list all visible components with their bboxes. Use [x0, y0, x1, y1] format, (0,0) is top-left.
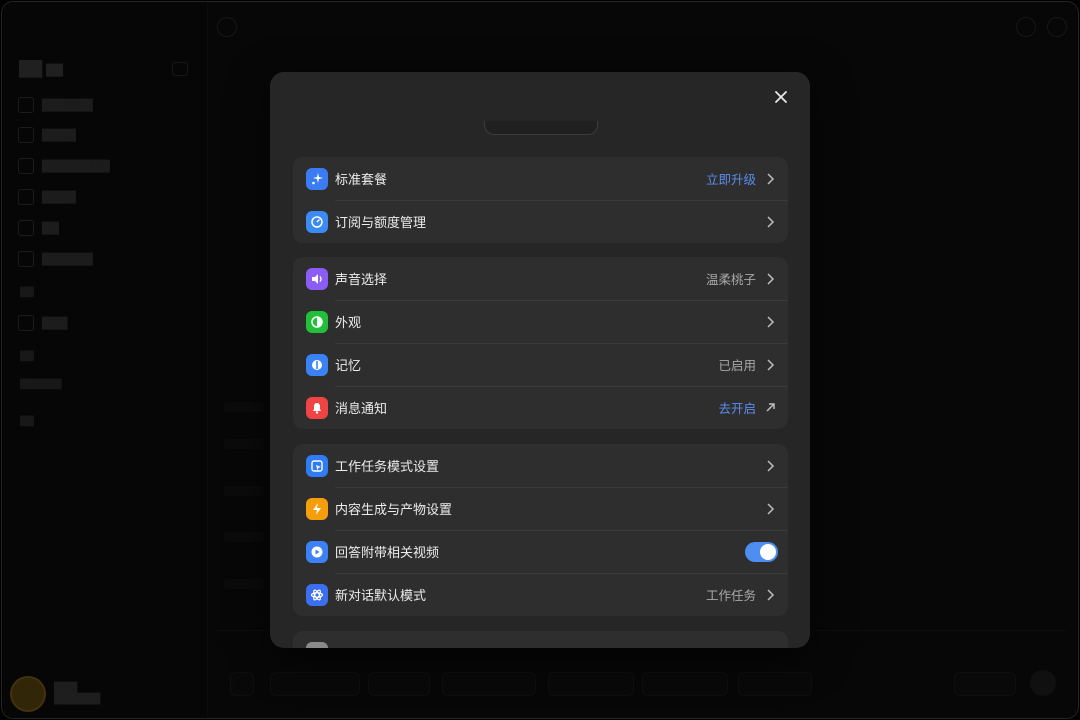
- settings-group-plan: 标准套餐 立即升级 订阅与额度管理: [293, 157, 788, 243]
- row-default-mode[interactable]: 新对话默认模式 工作任务: [293, 573, 788, 616]
- chevron-right-icon: [762, 271, 778, 287]
- row-label: 消息通知: [335, 402, 388, 417]
- atom-icon: [306, 583, 328, 606]
- row-label: 声音选择: [335, 273, 388, 288]
- cursor-icon: [306, 454, 328, 477]
- chevron-right-icon: [762, 171, 778, 187]
- gauge-icon: [306, 210, 328, 233]
- memory-icon: [306, 353, 328, 376]
- settings-group-more: [293, 631, 788, 648]
- settings-group-general: 声音选择 温柔桃子 外观 记忆 已启用 消息通知 去开启: [293, 257, 788, 429]
- chevron-right-icon: [762, 501, 778, 517]
- row-label: 订阅与额度管理: [335, 216, 427, 231]
- row-label: 外观: [335, 316, 362, 331]
- settings-group-tasks: 工作任务模式设置 内容生成与产物设置 回答附带相关视频 新对话默认模式 工作任务: [293, 444, 788, 616]
- profile-pill: [484, 121, 598, 135]
- chevron-right-icon: [762, 214, 778, 230]
- speaker-icon: [306, 267, 328, 290]
- row-appearance[interactable]: 外观: [293, 300, 788, 343]
- bolt-icon: [306, 497, 328, 520]
- settings-modal: 标准套餐 立即升级 订阅与额度管理 声音选择 温柔桃子 外观 记忆 已启用 消息…: [270, 72, 810, 648]
- row-work-mode[interactable]: 工作任务模式设置: [293, 444, 788, 487]
- chevron-right-icon: [762, 587, 778, 603]
- related-videos-toggle[interactable]: [745, 541, 778, 562]
- row-value: 温柔桃子: [705, 272, 756, 287]
- row-label: 回答附带相关视频: [335, 546, 440, 561]
- chevron-right-icon: [762, 357, 778, 373]
- row-more[interactable]: [293, 631, 788, 648]
- row-memory[interactable]: 记忆 已启用: [293, 343, 788, 386]
- enable-notifications-link[interactable]: 去开启: [718, 398, 756, 417]
- external-link-icon: [762, 400, 778, 416]
- bell-icon: [306, 396, 328, 419]
- row-related-videos[interactable]: 回答附带相关视频: [293, 530, 788, 573]
- chevron-right-icon: [762, 314, 778, 330]
- row-voice[interactable]: 声音选择 温柔桃子: [293, 257, 788, 300]
- settings-icon: [306, 641, 328, 648]
- row-label: 新对话默认模式: [335, 589, 427, 604]
- contrast-icon: [306, 310, 328, 333]
- sparkle-icon: [306, 167, 328, 190]
- close-button[interactable]: [770, 86, 792, 108]
- row-label: 内容生成与产物设置: [335, 503, 453, 518]
- row-plan[interactable]: 标准套餐 立即升级: [293, 157, 788, 200]
- play-icon: [306, 540, 328, 563]
- row-label: 标准套餐: [335, 173, 388, 188]
- chevron-right-icon: [762, 458, 778, 474]
- row-value: 已启用: [718, 358, 756, 373]
- row-value: 工作任务: [705, 588, 756, 603]
- row-notifications[interactable]: 消息通知 去开启: [293, 386, 788, 429]
- close-icon: [775, 91, 787, 103]
- row-subscription[interactable]: 订阅与额度管理: [293, 200, 788, 243]
- row-label: 工作任务模式设置: [335, 460, 440, 475]
- upgrade-link[interactable]: 立即升级: [706, 169, 756, 188]
- row-content-generation[interactable]: 内容生成与产物设置: [293, 487, 788, 530]
- row-label: 记忆: [335, 359, 362, 374]
